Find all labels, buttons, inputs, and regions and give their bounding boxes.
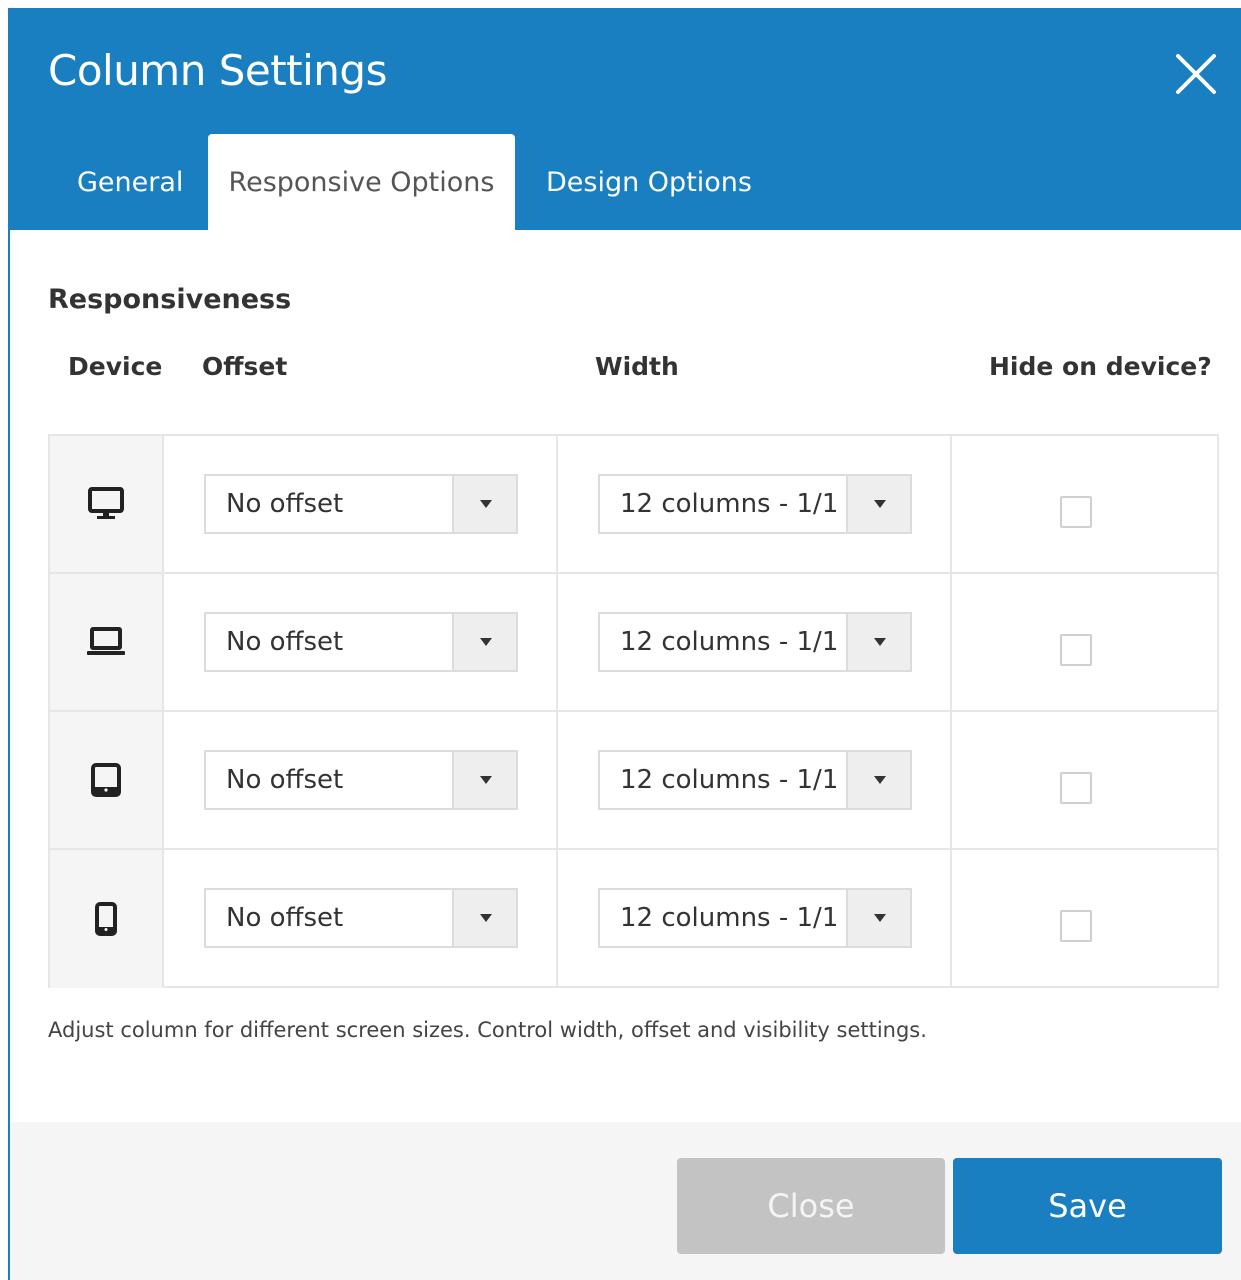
table-row: No offset 12 columns - 1/1	[50, 574, 1217, 712]
chevron-down-icon[interactable]	[846, 890, 910, 946]
dialog-footer: Close Save	[10, 1122, 1241, 1280]
mobile-icon	[86, 899, 126, 939]
chevron-down-icon[interactable]	[452, 752, 516, 808]
hide-cell	[952, 436, 1217, 572]
width-cell: 12 columns - 1/1	[558, 574, 952, 710]
column-header-width: Width	[595, 352, 679, 381]
close-button[interactable]: Close	[677, 1158, 945, 1254]
hide-on-desktop-checkbox[interactable]	[1060, 496, 1092, 528]
width-value: 12 columns - 1/1	[620, 627, 839, 657]
hide-on-tablet-checkbox[interactable]	[1060, 772, 1092, 804]
width-value: 12 columns - 1/1	[620, 903, 839, 933]
chevron-down-icon[interactable]	[846, 476, 910, 532]
dialog-header: Column Settings General Responsive Optio…	[10, 8, 1241, 230]
tablet-icon	[86, 760, 126, 800]
device-cell	[50, 712, 164, 848]
tab-responsive-options[interactable]: Responsive Options	[208, 134, 515, 230]
desktop-icon	[86, 484, 126, 524]
offset-select[interactable]: No offset	[204, 750, 518, 810]
responsive-table: No offset 12 columns - 1/1 No offset 12 …	[48, 434, 1219, 988]
width-value: 12 columns - 1/1	[620, 765, 839, 795]
hide-cell	[952, 712, 1217, 848]
device-cell	[50, 574, 164, 710]
device-cell	[50, 850, 164, 988]
help-text: Adjust column for different screen sizes…	[48, 1018, 927, 1042]
width-cell: 12 columns - 1/1	[558, 712, 952, 848]
width-select[interactable]: 12 columns - 1/1	[598, 474, 912, 534]
column-settings-dialog: Column Settings General Responsive Optio…	[8, 8, 1241, 1280]
table-row: No offset 12 columns - 1/1	[50, 436, 1217, 574]
offset-cell: No offset	[164, 850, 558, 988]
width-cell: 12 columns - 1/1	[558, 436, 952, 572]
column-header-device: Device	[68, 352, 163, 381]
hide-on-mobile-checkbox[interactable]	[1060, 910, 1092, 942]
tab-general[interactable]: General	[48, 134, 208, 230]
device-cell	[50, 436, 164, 572]
column-header-hide: Hide on device?	[989, 352, 1212, 381]
offset-value: No offset	[226, 627, 344, 657]
chevron-down-icon[interactable]	[846, 752, 910, 808]
table-row: No offset 12 columns - 1/1	[50, 712, 1217, 850]
laptop-icon	[86, 622, 126, 662]
width-value: 12 columns - 1/1	[620, 489, 839, 519]
offset-cell: No offset	[164, 574, 558, 710]
save-button[interactable]: Save	[953, 1158, 1222, 1254]
width-cell: 12 columns - 1/1	[558, 850, 952, 988]
chevron-down-icon[interactable]	[452, 890, 516, 946]
offset-cell: No offset	[164, 436, 558, 572]
offset-value: No offset	[226, 489, 344, 519]
column-header-offset: Offset	[202, 352, 288, 381]
offset-select[interactable]: No offset	[204, 612, 518, 672]
offset-select[interactable]: No offset	[204, 888, 518, 948]
width-select[interactable]: 12 columns - 1/1	[598, 612, 912, 672]
section-title: Responsiveness	[48, 284, 292, 315]
chevron-down-icon[interactable]	[452, 476, 516, 532]
width-select[interactable]: 12 columns - 1/1	[598, 750, 912, 810]
close-x-icon[interactable]	[1172, 50, 1220, 98]
tab-design-options[interactable]: Design Options	[516, 134, 786, 230]
dialog-title: Column Settings	[48, 46, 387, 95]
chevron-down-icon[interactable]	[846, 614, 910, 670]
chevron-down-icon[interactable]	[452, 614, 516, 670]
width-select[interactable]: 12 columns - 1/1	[598, 888, 912, 948]
offset-value: No offset	[226, 903, 344, 933]
hide-on-laptop-checkbox[interactable]	[1060, 634, 1092, 666]
hide-cell	[952, 850, 1217, 988]
table-row: No offset 12 columns - 1/1	[50, 850, 1217, 988]
offset-cell: No offset	[164, 712, 558, 848]
offset-select[interactable]: No offset	[204, 474, 518, 534]
hide-cell	[952, 574, 1217, 710]
offset-value: No offset	[226, 765, 344, 795]
